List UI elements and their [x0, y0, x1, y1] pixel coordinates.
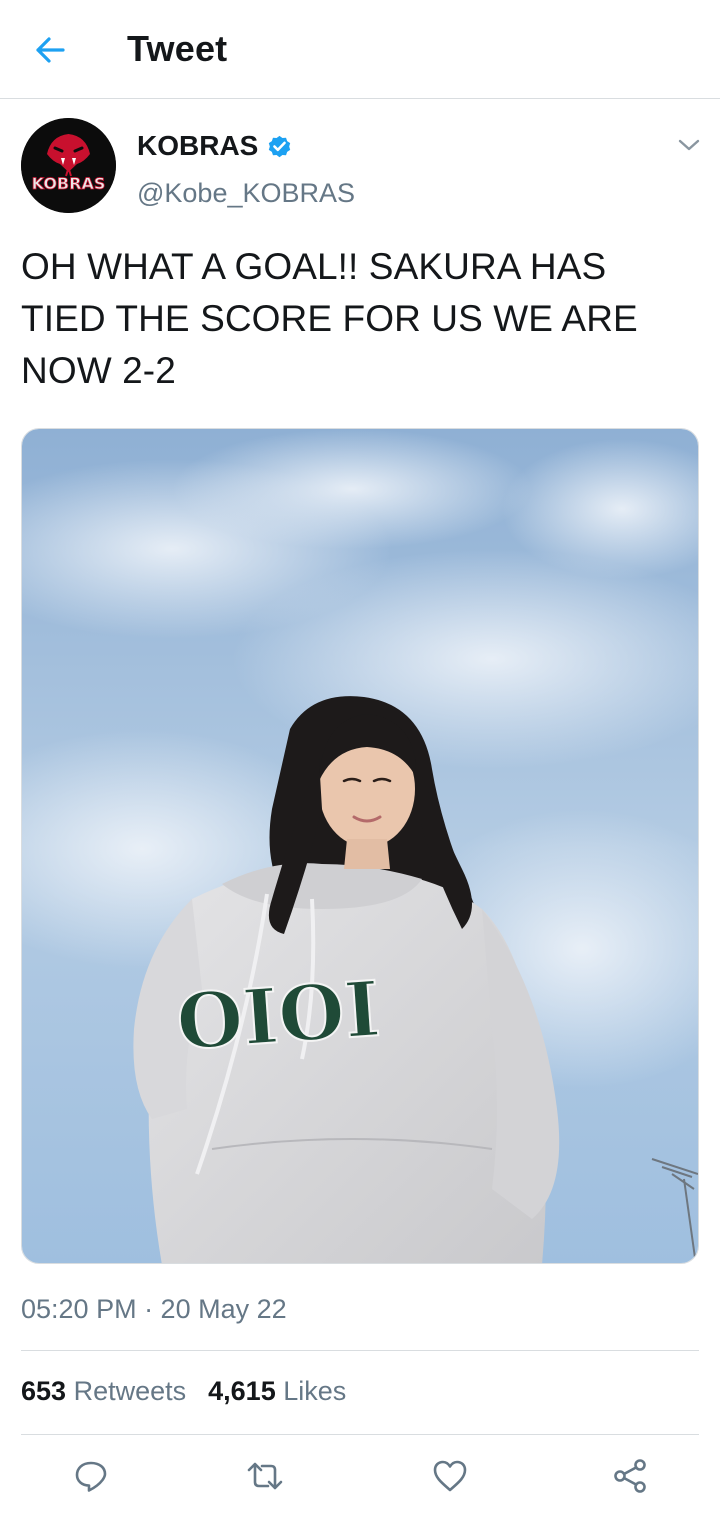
retweet-button[interactable] [237, 1448, 293, 1504]
likes-label: Likes [283, 1376, 347, 1406]
share-icon [614, 1459, 646, 1493]
divider [21, 1350, 699, 1351]
back-button[interactable] [24, 26, 76, 74]
likes-stat[interactable]: 4,615 Likes [208, 1376, 346, 1407]
chevron-down-icon [678, 139, 700, 151]
tweet-timestamp[interactable]: 05:20 PM · 20 May 22 [21, 1294, 287, 1325]
action-bar [0, 1442, 720, 1512]
tweet-stats: 653 Retweets 4,615 Likes [21, 1376, 346, 1407]
photo: OIOI [22, 429, 698, 1263]
divider [21, 1434, 699, 1435]
retweet-icon [247, 1462, 283, 1490]
retweets-stat[interactable]: 653 Retweets [21, 1376, 186, 1407]
avatar-wordmark: KOBRAS [32, 174, 106, 193]
kobras-logo-icon: KOBRAS [21, 118, 116, 213]
author-handle[interactable]: @Kobe_KOBRAS [137, 178, 355, 209]
likes-count: 4,615 [208, 1376, 276, 1406]
share-button[interactable] [602, 1448, 658, 1504]
avatar[interactable]: KOBRAS [21, 118, 116, 213]
tweet-menu-button[interactable] [674, 134, 704, 156]
tweet-image[interactable]: OIOI [21, 428, 699, 1264]
sweatshirt-print: OIOI [174, 964, 383, 1067]
top-bar: Tweet [0, 0, 720, 99]
tweet-detail: KOBRAS KOBRAS @Kobe_KOBRAS OH WHAT A GOA… [0, 100, 720, 1529]
page-title: Tweet [127, 28, 228, 69]
author-display-name: KOBRAS [137, 130, 259, 161]
like-icon [433, 1460, 467, 1492]
verified-badge-icon [269, 135, 291, 157]
like-button[interactable] [422, 1448, 478, 1504]
author-name[interactable]: KOBRAS [137, 130, 293, 162]
retweets-count: 653 [21, 1376, 67, 1406]
tweet-text: OH WHAT A GOAL!! SAKURA HAS TIED THE SCO… [21, 246, 638, 391]
retweets-label: Retweets [73, 1376, 187, 1406]
reply-button[interactable] [63, 1448, 119, 1504]
arrow-left-icon [36, 37, 65, 63]
reply-icon [75, 1461, 107, 1492]
